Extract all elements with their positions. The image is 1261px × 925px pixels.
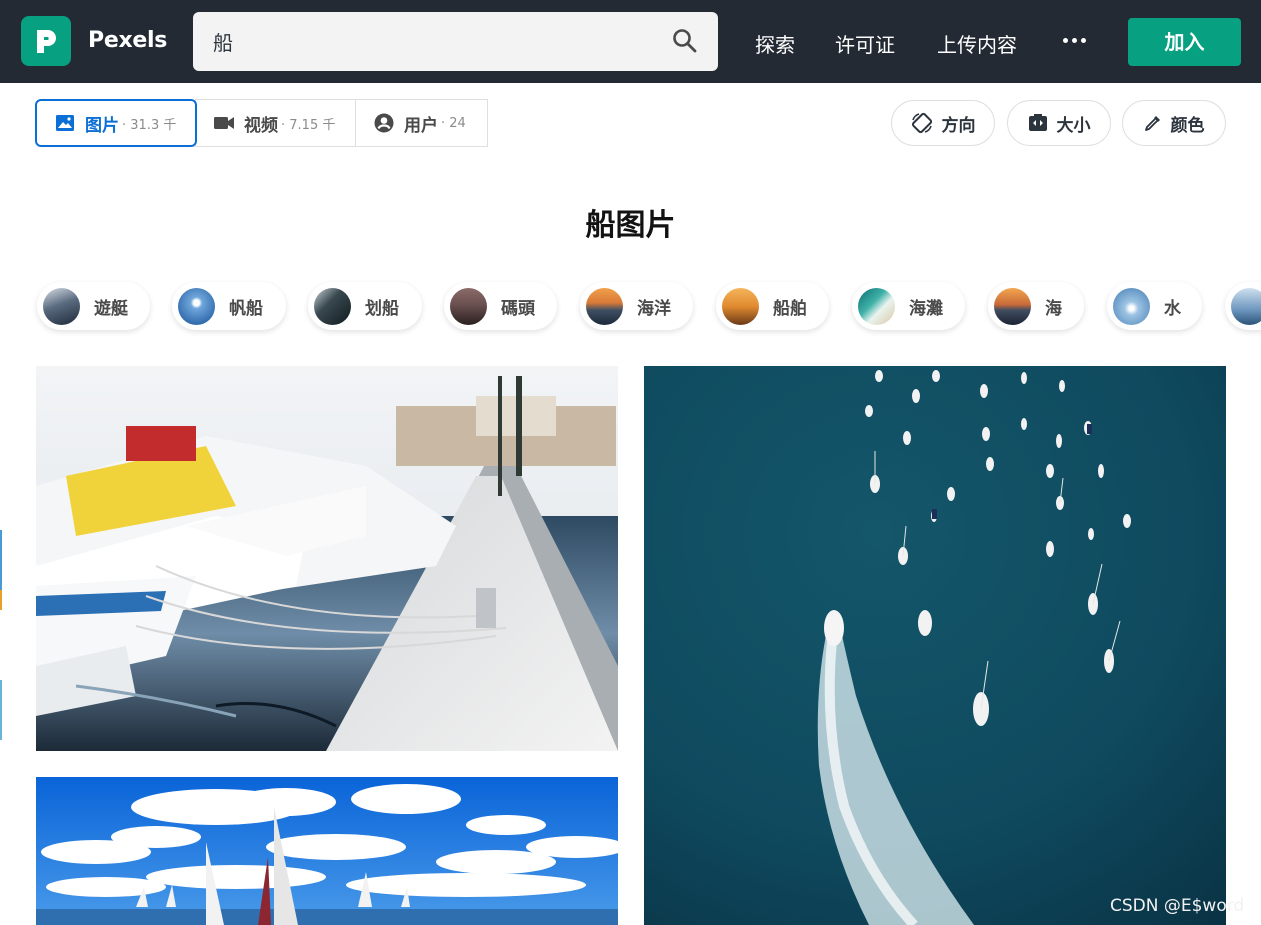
chip-thumbnail (178, 287, 215, 325)
tab-photos[interactable]: 图片 · 31.3 千 (35, 99, 197, 147)
chip-label: 碼頭 (501, 298, 535, 319)
chip-thumbnail (722, 287, 759, 325)
edge-mark (0, 590, 2, 610)
chip-thumbnail (314, 287, 351, 325)
tab-videos-label: 视频 (244, 115, 278, 136)
orientation-filter-label: 方向 (941, 115, 976, 136)
chip-label: 海灘 (909, 298, 943, 319)
user-circle-icon (374, 113, 394, 133)
chip-label: 遊艇 (94, 298, 128, 319)
nav-license-link[interactable]: 许可证 (835, 29, 895, 58)
nav-upload-link[interactable]: 上传内容 (937, 29, 1017, 58)
chip-thumbnail (858, 287, 895, 325)
chip-thumbnail (43, 287, 80, 325)
photo-harbor-boats[interactable] (36, 366, 618, 751)
chip-label: 海 (1045, 298, 1062, 319)
color-filter-button[interactable]: 颜色 (1122, 100, 1226, 146)
chip-thumbnail (1231, 287, 1261, 325)
orientation-filter-button[interactable]: 方向 (891, 100, 995, 146)
video-camera-icon (214, 116, 234, 130)
color-filter-label: 颜色 (1170, 115, 1205, 136)
page-title: 船图片 (585, 208, 676, 243)
tab-users-count: · 24 (441, 115, 466, 131)
related-chip[interactable]: 海洋 (580, 282, 693, 330)
related-chip[interactable]: 水 (1107, 282, 1202, 330)
tab-videos[interactable]: 视频 · 7.15 千 (195, 99, 356, 147)
tab-users[interactable]: 用户 · 24 (355, 99, 488, 147)
size-filter-label: 大小 (1056, 115, 1091, 136)
related-chip[interactable]: 碼頭 (444, 282, 557, 330)
related-chip[interactable]: 船舶 (716, 282, 829, 330)
tab-photos-label: 图片 (85, 115, 119, 136)
search-bar[interactable] (193, 12, 718, 71)
tab-users-label: 用户 (404, 115, 438, 136)
image-icon (55, 114, 75, 132)
edge-mark (0, 680, 2, 740)
chip-thumbnail (586, 287, 623, 325)
chip-thumbnail (450, 287, 487, 325)
tab-photos-count: · 31.3 千 (122, 117, 177, 133)
related-chip[interactable] (1225, 282, 1261, 330)
size-icon (1028, 114, 1048, 132)
chip-label: 帆船 (229, 298, 263, 319)
related-chip[interactable]: 帆船 (172, 282, 286, 330)
orientation-icon (911, 112, 933, 134)
chip-thumbnail (994, 287, 1031, 325)
size-filter-button[interactable]: 大小 (1007, 100, 1111, 146)
related-chip[interactable]: 遊艇 (37, 282, 150, 330)
eyedropper-icon (1144, 114, 1162, 132)
chip-label: 水 (1164, 298, 1181, 319)
pexels-logo-icon[interactable] (21, 16, 71, 66)
join-button[interactable]: 加入 (1128, 18, 1241, 66)
chip-label: 划船 (365, 298, 399, 319)
related-chip[interactable]: 划船 (308, 282, 422, 330)
watermark: CSDN @E$word (1110, 896, 1245, 916)
search-icon[interactable] (672, 28, 698, 58)
top-navigation-bar: Pexels 探索 许可证 上传内容 加入 (0, 0, 1261, 83)
brand-name[interactable]: Pexels (88, 28, 167, 53)
more-options-icon[interactable] (1063, 38, 1087, 44)
related-chip[interactable]: 海 (988, 282, 1084, 330)
nav-explore-link[interactable]: 探索 (755, 29, 795, 58)
photo-aerial-ocean-boats[interactable] (644, 366, 1226, 925)
chip-label: 船舶 (773, 298, 807, 319)
chip-label: 海洋 (637, 298, 671, 319)
tab-videos-count: · 7.15 千 (281, 117, 336, 133)
edge-mark (0, 530, 2, 590)
related-chip[interactable]: 海灘 (852, 282, 965, 330)
chip-thumbnail (1113, 287, 1150, 325)
search-input[interactable] (213, 26, 653, 56)
photo-sailboats-sky[interactable] (36, 777, 618, 925)
